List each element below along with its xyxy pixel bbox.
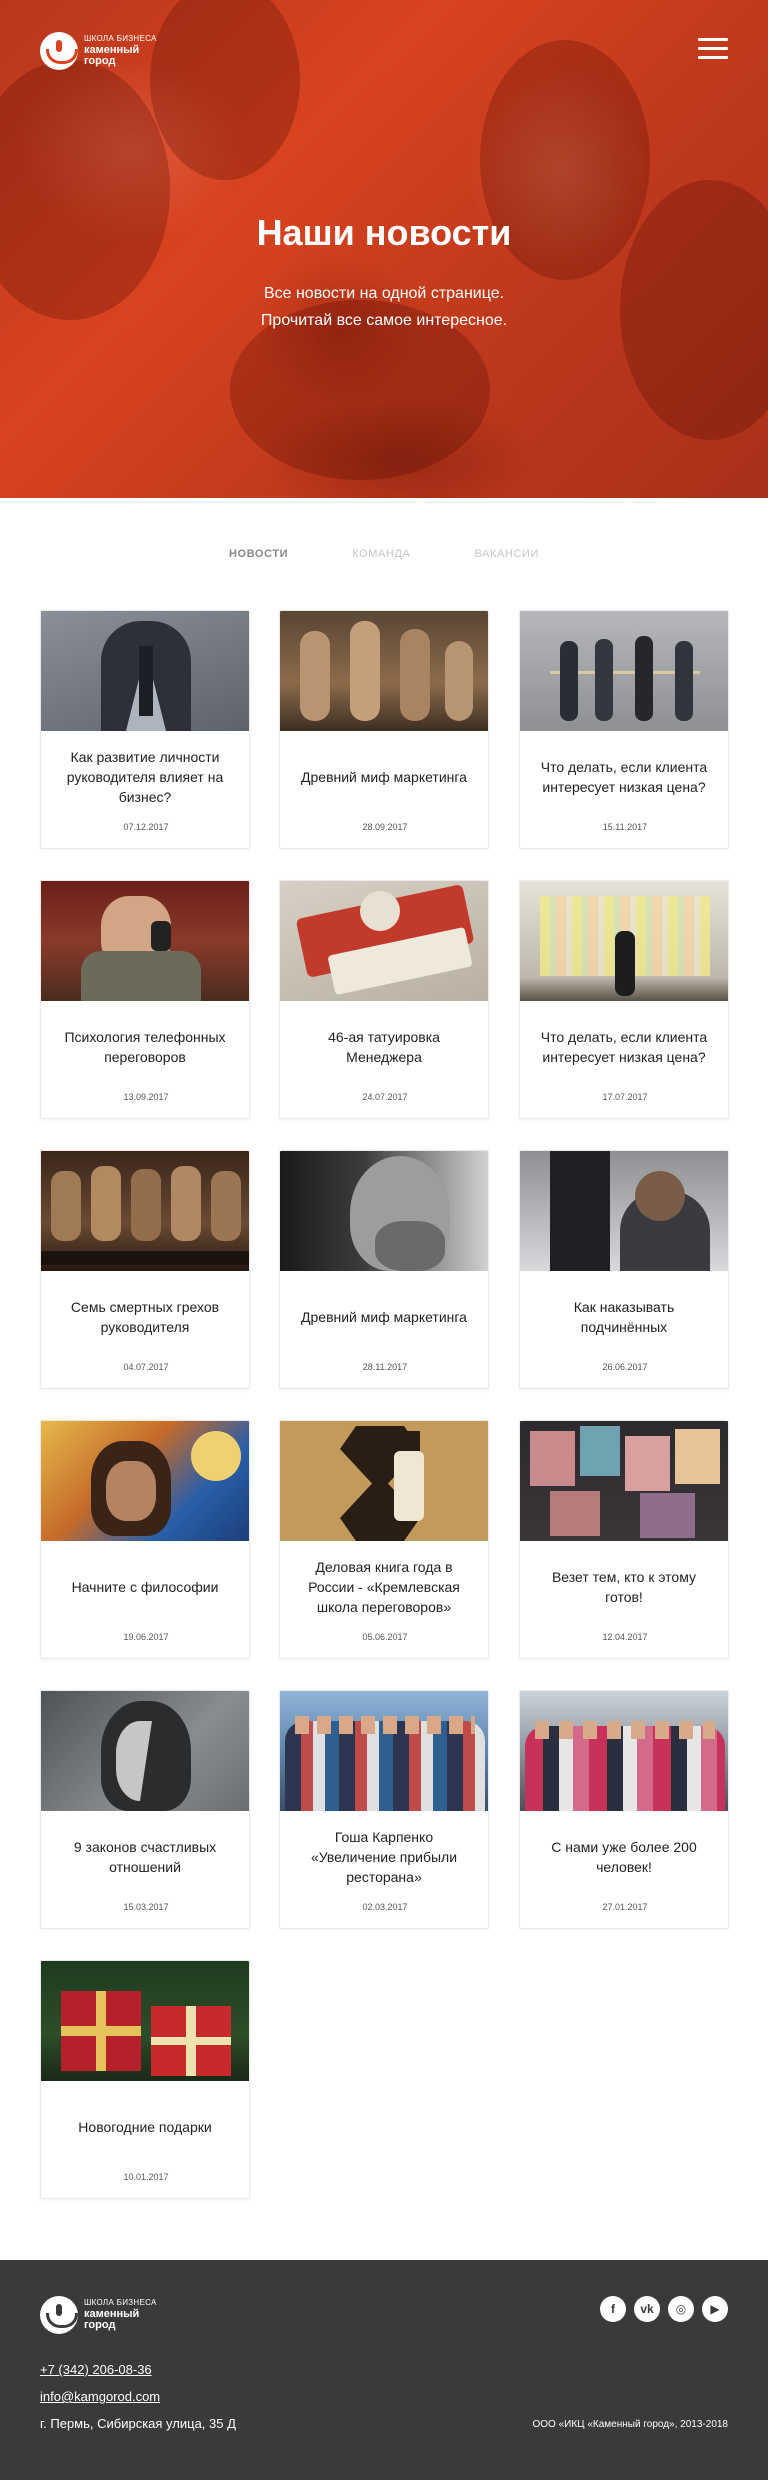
page-title: Наши новости [256, 212, 512, 253]
tab-vacancies[interactable]: ВАКАНСИИ [474, 548, 539, 560]
social-links: f vk ◎ ▶ [600, 2296, 728, 2322]
news-title: Как развитие личности руководителя влияе… [66, 749, 224, 805]
footer-phone-link[interactable]: +7 (342) 206-08-36 [40, 2362, 152, 2377]
news-card[interactable]: Семь смертных грехов руководителя 04.07.… [40, 1150, 250, 1389]
news-image [520, 1691, 728, 1811]
news-image [280, 1421, 488, 1541]
facebook-icon[interactable]: f [600, 2296, 626, 2322]
news-title: Древний миф маркетинга [301, 1309, 467, 1325]
logo-icon [40, 2296, 78, 2334]
tab-team[interactable]: КОМАНДА [352, 548, 410, 560]
news-date: 15.11.2017 [602, 822, 648, 832]
news-title: Древний миф маркетинга [301, 769, 467, 785]
news-image [280, 1691, 488, 1811]
news-card[interactable]: Гоша Карпенко «Увеличение прибыли рестор… [279, 1690, 489, 1929]
news-title: Везет тем, кто к этому готов! [551, 1569, 697, 1605]
news-date: 10.01.2017 [123, 2172, 169, 2182]
news-date: 12.04.2017 [602, 1632, 648, 1642]
news-card[interactable]: Начните с философии 19.06.2017 [40, 1420, 250, 1659]
news-card[interactable]: Как наказывать подчинённых 26.06.2017 [519, 1150, 729, 1389]
logo-tagline: ШКОЛА БИЗНЕСА [84, 2298, 157, 2307]
logo-icon [40, 32, 78, 70]
news-date: 28.09.2017 [362, 822, 408, 832]
news-card[interactable]: С нами уже более 200 человек! 27.01.2017 [519, 1690, 729, 1929]
news-image [520, 881, 728, 1001]
hamburger-icon[interactable] [698, 38, 728, 60]
news-date: 28.11.2017 [362, 1362, 408, 1372]
youtube-icon[interactable]: ▶ [702, 2296, 728, 2322]
news-image [41, 881, 249, 1001]
news-date: 19.06.2017 [123, 1632, 169, 1642]
news-date: 26.06.2017 [602, 1362, 648, 1372]
news-card[interactable]: Что делать, если клиента интересует низк… [519, 610, 729, 849]
news-date: 15.03.2017 [123, 1902, 169, 1912]
section-tabs: НОВОСТИ КОМАНДА ВАКАНСИИ [0, 548, 768, 560]
news-title: Гоша Карпенко «Увеличение прибыли рестор… [310, 1829, 458, 1885]
news-title: Что делать, если клиента интересует низк… [540, 759, 708, 795]
news-title: Начните с философии [71, 1579, 219, 1595]
news-date: 07.12.2017 [123, 822, 169, 832]
header-logo[interactable]: ШКОЛА БИЗНЕСА каменный город [40, 32, 157, 70]
news-date: 02.03.2017 [362, 1902, 408, 1912]
instagram-icon[interactable]: ◎ [668, 2296, 694, 2322]
news-title: Деловая книга года в России - «Кремлевск… [308, 1559, 460, 1615]
news-title: Семь смертных грехов руководителя [70, 1299, 220, 1335]
news-card[interactable]: Что делать, если клиента интересует низк… [519, 880, 729, 1119]
news-card[interactable]: Древний миф маркетинга 28.11.2017 [279, 1150, 489, 1389]
vk-icon[interactable]: vk [634, 2296, 660, 2322]
news-card[interactable]: Психология телефонных переговоров 13.09.… [40, 880, 250, 1119]
news-card[interactable]: Древний миф маркетинга 28.09.2017 [279, 610, 489, 849]
news-image [520, 1151, 728, 1271]
news-title: Что делать, если клиента интересует низк… [540, 1029, 708, 1065]
news-image [520, 1421, 728, 1541]
footer-address: г. Пермь, Сибирская улица, 35 Д [40, 2416, 236, 2431]
news-date: 24.07.2017 [362, 1092, 408, 1102]
news-image [41, 1421, 249, 1541]
page-subtitle-line-1: Все новости на одной странице. [263, 285, 505, 302]
news-card[interactable]: Как развитие личности руководителя влияе… [40, 610, 250, 849]
news-image [41, 611, 249, 731]
footer-logo[interactable]: ШКОЛА БИЗНЕСА каменный город [40, 2296, 157, 2334]
news-card[interactable]: Деловая книга года в России - «Кремлевск… [279, 1420, 489, 1659]
news-card[interactable]: 46-ая татуировка Менеджера 24.07.2017 [279, 880, 489, 1119]
news-title: 9 законов счастливых отношений [73, 1839, 217, 1875]
footer-copyright: ООО «ИКЦ «Каменный город», 2013-2018 [532, 2419, 728, 2430]
news-card[interactable]: 9 законов счастливых отношений 15.03.201… [40, 1690, 250, 1929]
news-date: 04.07.2017 [123, 1362, 169, 1372]
news-image [280, 611, 488, 731]
news-title: Как наказывать подчинённых [573, 1299, 675, 1335]
news-title: Новогодние подарки [78, 2119, 212, 2135]
news-date: 13.09.2017 [123, 1092, 169, 1102]
hero-banner: ШКОЛА БИЗНЕСА каменный город Наши новост… [0, 0, 768, 498]
news-image [520, 611, 728, 731]
news-title: 46-ая татуировка Менеджера [328, 1029, 440, 1065]
news-title: Психология телефонных переговоров [64, 1029, 226, 1065]
news-image [41, 1151, 249, 1271]
news-date: 05.06.2017 [362, 1632, 408, 1642]
news-image [280, 881, 488, 1001]
news-card[interactable]: Везет тем, кто к этому готов! 12.04.2017 [519, 1420, 729, 1659]
logo-name-line-2: город [84, 55, 116, 67]
news-image [41, 1691, 249, 1811]
page-subtitle-line-2: Прочитай все самое интересное. [260, 312, 508, 329]
news-date: 27.01.2017 [602, 1902, 648, 1912]
page-subtitle: Все новости на одной странице. Прочитай … [0, 280, 768, 334]
logo-name-line-2: город [84, 2319, 116, 2331]
news-date: 17.07.2017 [602, 1092, 648, 1102]
news-title: С нами уже более 200 человек! [551, 1839, 697, 1875]
logo-tagline: ШКОЛА БИЗНЕСА [84, 34, 157, 43]
news-image [280, 1151, 488, 1271]
news-card[interactable]: Новогодние подарки 10.01.2017 [40, 1960, 250, 2199]
news-image [41, 1961, 249, 2081]
tab-news[interactable]: НОВОСТИ [229, 548, 288, 560]
footer-email-link[interactable]: info@kamgorod.com [40, 2389, 160, 2404]
